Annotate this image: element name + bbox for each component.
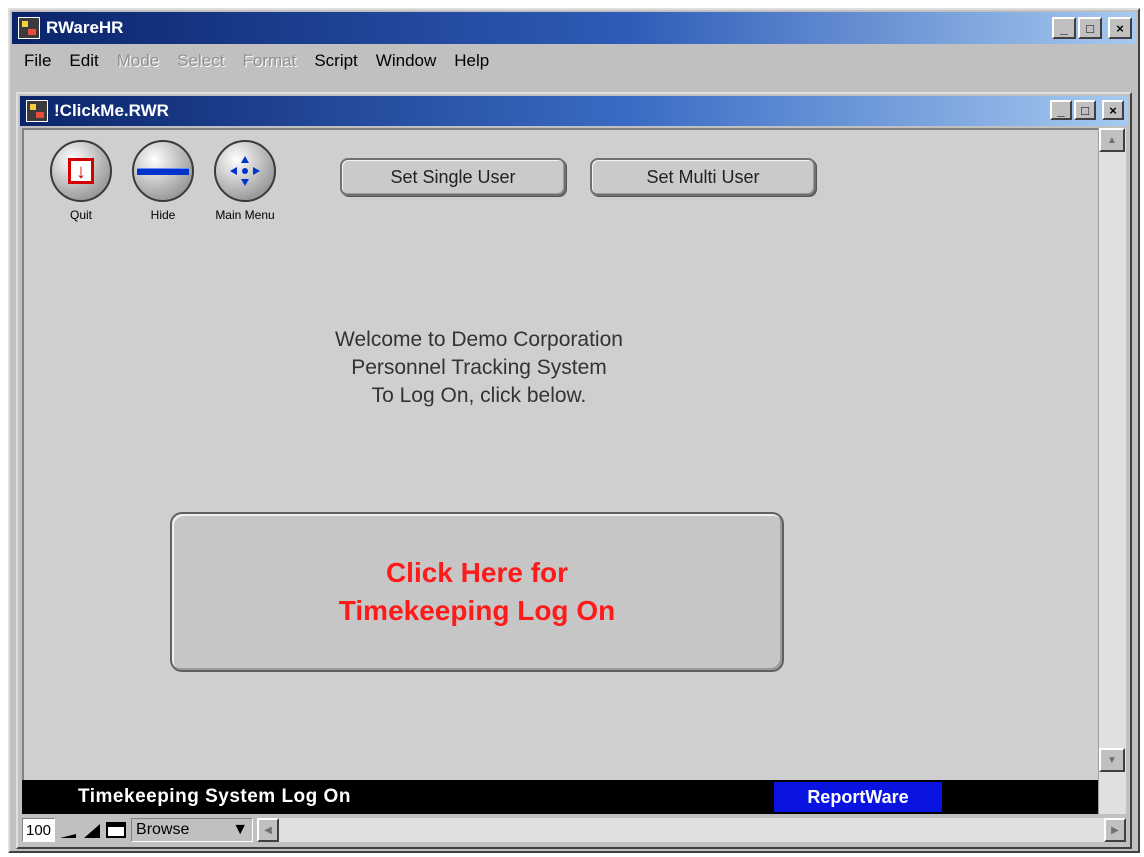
scroll-right-button[interactable]: ▶ — [1104, 818, 1126, 842]
logon-button-line-2: Timekeeping Log On — [338, 595, 616, 626]
menubar: File Edit Mode Select Format Script Wind… — [12, 46, 1136, 76]
quit-button[interactable]: ↓ — [50, 140, 112, 202]
scroll-down-button[interactable]: ▼ — [1099, 748, 1125, 772]
maximize-button[interactable]: □ — [1078, 17, 1102, 39]
scroll-up-button[interactable]: ▲ — [1099, 128, 1125, 152]
set-single-user-button[interactable]: Set Single User — [340, 158, 566, 196]
document-titlebar[interactable]: !ClickMe.RWR _ □ × — [20, 96, 1128, 126]
welcome-line-3: To Log On, click below. — [371, 384, 587, 407]
app-titlebar[interactable]: RWareHR _ □ × — [12, 12, 1136, 44]
zoom-field[interactable]: 100 — [22, 818, 56, 842]
main-menu-label: Main Menu — [215, 208, 275, 222]
app-window: RWareHR _ □ × File Edit Mode Select Form… — [8, 8, 1140, 853]
menu-file[interactable]: File — [18, 49, 57, 73]
set-multi-user-button[interactable]: Set Multi User — [590, 158, 816, 196]
main-menu-button[interactable] — [214, 140, 276, 202]
close-button[interactable]: × — [1108, 17, 1132, 39]
hide-icon — [137, 167, 189, 175]
zoom-out-icon[interactable] — [57, 819, 79, 841]
welcome-message: Welcome to Demo Corporation Personnel Tr… — [254, 326, 704, 410]
menu-script[interactable]: Script — [308, 49, 363, 73]
document-maximize-button[interactable]: □ — [1074, 100, 1096, 120]
document-canvas: ↓ Quit Hide Main Menu Set Single User Se… — [22, 128, 1098, 780]
zoom-in-icon[interactable] — [81, 819, 103, 841]
document-close-button[interactable]: × — [1102, 100, 1124, 120]
document-minimize-button[interactable]: _ — [1050, 100, 1072, 120]
document-icon — [26, 100, 48, 122]
app-window-controls: _ □ × — [1052, 17, 1132, 39]
chevron-down-icon: ▼ — [232, 821, 249, 838]
menu-help[interactable]: Help — [448, 49, 495, 73]
reportware-badge: ReportWare — [774, 782, 942, 812]
welcome-line-1: Welcome to Demo Corporation — [335, 328, 623, 351]
scroll-left-button[interactable]: ◀ — [257, 818, 280, 842]
document-title: !ClickMe.RWR — [54, 101, 169, 120]
mode-select[interactable]: Browse ▼ — [131, 818, 254, 842]
app-title: RWareHR — [46, 18, 124, 37]
welcome-line-2: Personnel Tracking System — [351, 356, 607, 379]
mode-select-value: Browse — [136, 821, 190, 838]
document-window-controls: _ □ × — [1050, 100, 1124, 120]
menu-select: Select — [177, 51, 225, 70]
vertical-scrollbar[interactable]: ▲ ▼ — [1098, 128, 1126, 814]
status-text: Timekeeping System Log On — [78, 786, 351, 807]
menu-window[interactable]: Window — [370, 49, 442, 73]
quit-label: Quit — [69, 208, 92, 222]
app-icon — [18, 17, 40, 39]
document-window: !ClickMe.RWR _ □ × ↓ Quit Hide Main Menu… — [16, 92, 1132, 849]
minimize-button[interactable]: _ — [1052, 17, 1076, 39]
menu-edit[interactable]: Edit — [63, 49, 104, 73]
quit-icon: ↓ — [68, 158, 94, 184]
statusbar: Timekeeping System Log On ReportWare — [22, 780, 1098, 814]
horizontal-scrollbar[interactable]: ◀ ▶ — [257, 818, 1126, 842]
page-view-icon[interactable] — [105, 819, 127, 841]
logon-button-line-1: Click Here for — [385, 557, 569, 588]
main-menu-icon — [230, 156, 260, 186]
hide-label: Hide — [150, 208, 176, 222]
bottom-toolbar: 100 Browse ▼ ◀ ▶ — [22, 816, 1126, 844]
hide-button[interactable] — [132, 140, 194, 202]
timekeeping-logon-button[interactable]: Click Here for Timekeeping Log On — [170, 512, 784, 672]
menu-format: Format — [242, 51, 297, 70]
menu-mode: Mode — [116, 51, 160, 70]
